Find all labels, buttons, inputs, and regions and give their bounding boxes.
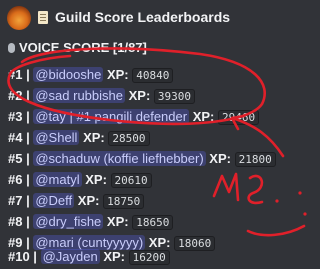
section-title-text: VOICE SCORE [1/87] (19, 40, 147, 55)
leaderboard-message: Guild Score Leaderboards VOICE SCORE [1/… (0, 0, 317, 269)
xp-label: XP: (128, 88, 151, 103)
user-mention[interactable]: @Shell (33, 130, 80, 145)
user-mention[interactable]: @matyl (33, 172, 82, 187)
xp-value: 39300 (153, 89, 196, 104)
rank-label: #10 | (8, 249, 37, 264)
xp-value: 18060 (174, 236, 216, 251)
leaderboard-row: #2 | @sad rubbishe XP: 39300 (8, 88, 196, 108)
xp-label: XP: (148, 235, 171, 250)
dot-scribble (275, 199, 279, 203)
leaderboard-row: #6 | @matyl XP: 20610 (8, 172, 152, 192)
xp-label: XP: (106, 214, 129, 229)
xp-value: 40840 (132, 68, 174, 83)
xp-label: XP: (77, 193, 100, 208)
xp-value: 20610 (110, 173, 152, 188)
user-mention[interactable]: @dry_fishe (33, 214, 104, 229)
xp-value: 28500 (108, 131, 150, 146)
leaderboard-header: Guild Score Leaderboards (0, 0, 317, 36)
rank-label: #3 | (8, 109, 30, 124)
user-mention[interactable]: @mari (cuntyyyyy) (33, 235, 146, 250)
leaderboard-row: #5 | @schaduw (koffie liefhebber) XP: 21… (8, 151, 276, 171)
xp-label: XP: (106, 67, 129, 82)
dot-scribble (303, 212, 307, 216)
scroll-icon (38, 11, 48, 24)
xp-label: XP: (192, 109, 215, 124)
rank-label: #6 | (8, 172, 30, 187)
user-mention[interactable]: @bidooshe (33, 67, 104, 82)
xp-value: 16200 (128, 250, 170, 265)
leaderboard-row: #7 | @Deff XP: 18750 (8, 193, 145, 213)
server-avatar-icon[interactable] (7, 6, 31, 30)
microphone-icon (8, 43, 15, 53)
leaderboard-row: #3 | @tay | #1 pangili defender XP: 2946… (8, 109, 260, 129)
rank-label: #8 | (8, 214, 30, 229)
user-mention[interactable]: @sad rubbishe (33, 88, 125, 103)
user-mention[interactable]: @tay | #1 pangili defender (33, 109, 190, 124)
xp-value: 18650 (132, 215, 174, 230)
leaderboard-row: #1 | @bidooshe XP: 40840 (8, 67, 174, 87)
xp-value: 21800 (234, 152, 276, 167)
me-scribble (212, 172, 264, 205)
user-mention[interactable]: @Deff (33, 193, 75, 208)
dot-scribble (298, 191, 302, 195)
leaderboard-row: #4 | @Shell XP: 28500 (8, 130, 150, 150)
xp-label: XP: (85, 172, 107, 187)
xp-value: 29460 (218, 110, 260, 125)
xp-label: XP: (83, 130, 105, 145)
xp-label: XP: (209, 151, 231, 166)
leaderboard-title: Guild Score Leaderboards (55, 9, 231, 25)
curve-scribble (246, 224, 306, 237)
rank-label: #4 | (8, 130, 30, 145)
rank-label: #1 | (8, 67, 30, 82)
rank-label: #9 | (8, 235, 30, 250)
section-title: VOICE SCORE [1/87] (8, 40, 147, 55)
leaderboard-row: #8 | @dry_fishe XP: 18650 (8, 214, 174, 234)
xp-value: 18750 (103, 194, 145, 209)
xp-label: XP: (103, 249, 125, 264)
rank-label: #2 | (8, 88, 30, 103)
user-mention[interactable]: @schaduw (koffie liefhebber) (33, 151, 206, 166)
rank-label: #7 | (8, 193, 30, 208)
rank-label: #5 | (8, 151, 30, 166)
leaderboard-row: #10 | @Jayden XP: 16200 (8, 249, 170, 269)
user-mention[interactable]: @Jayden (40, 249, 100, 264)
